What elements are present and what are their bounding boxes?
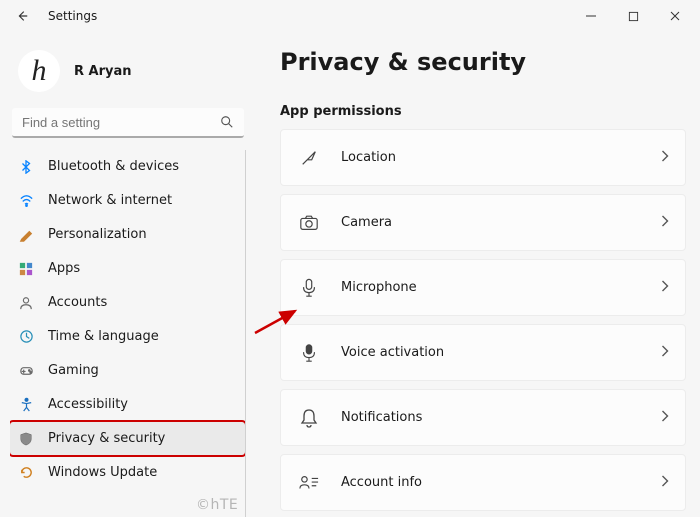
search-icon — [220, 115, 234, 129]
sidebar-item-accounts[interactable]: Accounts — [10, 286, 245, 319]
sidebar-item-label: Accounts — [48, 295, 107, 310]
perm-item-camera[interactable]: Camera — [280, 194, 686, 251]
sidebar-item-label: Privacy & security — [48, 431, 165, 446]
sidebar-item-time[interactable]: Time & language — [10, 320, 245, 353]
sidebar-item-bluetooth[interactable]: Bluetooth & devices — [10, 150, 245, 183]
search-box[interactable] — [12, 108, 244, 138]
close-button[interactable] — [668, 9, 682, 23]
perm-label: Notifications — [341, 410, 638, 425]
sidebar: h R Aryan Bluetooth & devices Network & … — [0, 32, 252, 517]
sidebar-item-personalization[interactable]: Personalization — [10, 218, 245, 251]
perm-item-microphone[interactable]: Microphone — [280, 259, 686, 316]
section-label: App permissions — [280, 104, 686, 119]
perm-label: Location — [341, 150, 638, 165]
sidebar-item-update[interactable]: Windows Update — [10, 456, 245, 489]
update-icon — [18, 465, 34, 481]
chevron-right-icon — [660, 345, 669, 361]
page-title: Privacy & security — [280, 48, 686, 76]
watermark: ©hTE — [196, 497, 238, 513]
microphone-icon — [299, 278, 319, 298]
perm-label: Camera — [341, 215, 638, 230]
perm-item-notifications[interactable]: Notifications — [280, 389, 686, 446]
shield-icon — [18, 431, 34, 447]
sidebar-item-label: Time & language — [48, 329, 159, 344]
paint-icon — [18, 227, 34, 243]
minimize-icon — [585, 10, 597, 22]
apps-icon — [18, 261, 34, 277]
chevron-right-icon — [660, 475, 669, 491]
perm-item-account[interactable]: Account info — [280, 454, 686, 511]
camera-icon — [299, 213, 319, 233]
person-icon — [18, 295, 34, 311]
voice-activation-icon — [299, 343, 319, 363]
perm-label: Voice activation — [341, 345, 638, 360]
bluetooth-icon — [18, 159, 34, 175]
avatar: h — [18, 50, 60, 92]
back-button[interactable] — [8, 2, 36, 30]
sidebar-item-accessibility[interactable]: Accessibility — [10, 388, 245, 421]
sidebar-item-network[interactable]: Network & internet — [10, 184, 245, 217]
sidebar-item-label: Network & internet — [48, 193, 172, 208]
profile-name: R Aryan — [74, 64, 132, 79]
back-arrow-icon — [15, 9, 29, 23]
perm-label: Microphone — [341, 280, 638, 295]
permissions-list: Location Camera Microphone Voice activat… — [280, 129, 686, 511]
sidebar-item-label: Personalization — [48, 227, 147, 242]
wifi-icon — [18, 193, 34, 209]
nav-list: Bluetooth & devices Network & internet P… — [10, 150, 246, 517]
sidebar-item-label: Apps — [48, 261, 80, 276]
sidebar-item-apps[interactable]: Apps — [10, 252, 245, 285]
chevron-right-icon — [660, 150, 669, 166]
sidebar-item-gaming[interactable]: Gaming — [10, 354, 245, 387]
account-info-icon — [299, 473, 319, 493]
sidebar-item-label: Gaming — [48, 363, 99, 378]
chevron-right-icon — [660, 410, 669, 426]
perm-item-location[interactable]: Location — [280, 129, 686, 186]
search-input[interactable] — [12, 108, 244, 138]
sidebar-item-label: Windows Update — [48, 465, 157, 480]
close-icon — [669, 10, 681, 22]
maximize-icon — [628, 11, 639, 22]
sidebar-item-label: Bluetooth & devices — [48, 159, 179, 174]
sidebar-item-label: Accessibility — [48, 397, 128, 412]
chevron-right-icon — [660, 280, 669, 296]
sidebar-item-privacy[interactable]: Privacy & security — [10, 422, 245, 455]
minimize-button[interactable] — [584, 9, 598, 23]
gaming-icon — [18, 363, 34, 379]
clock-globe-icon — [18, 329, 34, 345]
perm-item-voice[interactable]: Voice activation — [280, 324, 686, 381]
perm-label: Account info — [341, 475, 638, 490]
profile-block[interactable]: h R Aryan — [10, 40, 246, 108]
accessibility-icon — [18, 397, 34, 413]
chevron-right-icon — [660, 215, 669, 231]
window-title: Settings — [48, 9, 97, 23]
bell-icon — [299, 408, 319, 428]
main-content: Privacy & security App permissions Locat… — [252, 32, 700, 517]
maximize-button[interactable] — [626, 9, 640, 23]
location-icon — [299, 148, 319, 168]
